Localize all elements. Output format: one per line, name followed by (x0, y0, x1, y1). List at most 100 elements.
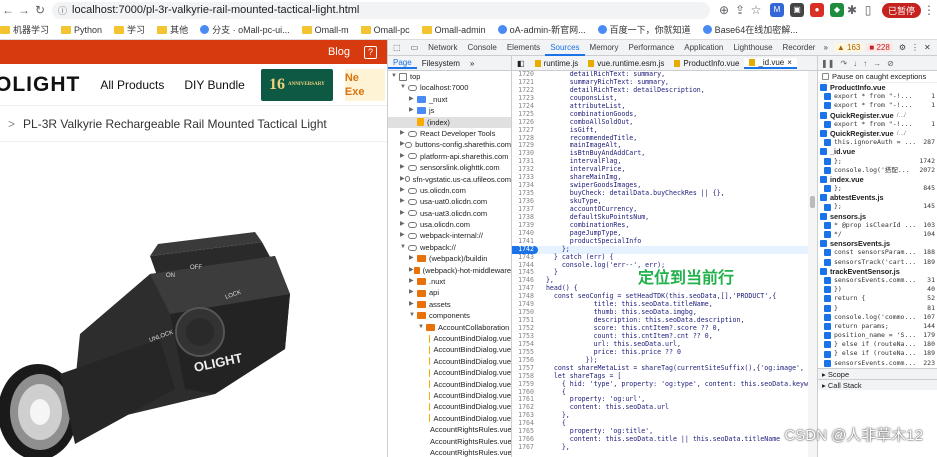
tree-item[interactable]: ▶ _nuxt (388, 94, 511, 105)
tree-item[interactable]: ▶ sensorslink.olighttk.com (388, 162, 511, 173)
step-out-icon[interactable]: ↑ (863, 59, 867, 68)
line-number[interactable]: 1767 (512, 443, 538, 452)
tree-item[interactable]: ▼ components (388, 310, 511, 321)
tree-item[interactable]: AccountRightsRules.vue (388, 447, 511, 457)
inspect-icon[interactable]: ⬚ (388, 40, 406, 56)
pause-caught-checkbox[interactable] (822, 73, 829, 80)
tab-sources[interactable]: Sources (545, 40, 585, 56)
tab-application[interactable]: Application (679, 40, 728, 56)
tree-item[interactable]: ▶ React Developer Tools (388, 128, 511, 139)
breakpoint-file[interactable]: ProductInfo.vue (818, 83, 937, 92)
tree-item[interactable]: ▶ .nuxt (388, 276, 511, 287)
tree-item[interactable]: ▼ localhost:7000 (388, 82, 511, 93)
more-options-icon[interactable]: ⋮ (911, 43, 919, 52)
nav-toggle-icon[interactable]: ◧ (512, 59, 530, 68)
anniversary-badge[interactable]: 16 ANNIVERSARY (260, 68, 333, 101)
promo-banner[interactable]: Ne Exe (344, 68, 385, 101)
breakpoint-file-checkbox[interactable] (820, 267, 827, 275)
breakpoint-entry[interactable]: sensorsEvents.comm... 223 (818, 359, 937, 368)
menu-icon[interactable]: ⋮ (921, 3, 937, 17)
breakpoint-entry[interactable]: } else if (routeNa... 189 (818, 349, 937, 358)
breakpoint-checkbox[interactable] (824, 350, 831, 358)
breakpoint-file[interactable]: index.vue (818, 175, 937, 184)
editor-tab[interactable]: vue.runtime.esm.js (583, 59, 669, 68)
breakpoint-checkbox[interactable] (824, 322, 831, 330)
editor-scrollbar[interactable] (808, 71, 817, 457)
step-icon[interactable]: → (873, 59, 881, 68)
breakpoint-checkbox[interactable] (824, 166, 831, 174)
more-tabs-icon[interactable]: » (465, 59, 479, 68)
breakpoint-file[interactable]: trackEventSensor.js (818, 267, 937, 276)
product-image[interactable]: LOCK UNLOCK ON OFF OLIGHT (0, 144, 387, 457)
breakpoint-file[interactable]: _id.vue (818, 147, 937, 156)
tree-item[interactable]: AccountBindDialog.vue (388, 344, 511, 355)
breakpoint-entry[interactable]: position_name = 'S... 179 (818, 331, 937, 340)
breakpoint-file-checkbox[interactable] (820, 175, 827, 183)
breakpoint-entry[interactable]: this.ignoreAuth = ... 287 (818, 138, 937, 147)
breakpoint-checkbox[interactable] (824, 313, 831, 321)
nav-diy-bundle[interactable]: DIY Bundle (184, 78, 245, 92)
breakpoint-checkbox[interactable] (824, 332, 831, 340)
bookmark-item[interactable]: Python (61, 25, 102, 35)
address-bar[interactable]: ⓘ localhost:7000 /pl-3r-valkyrie-rail-mo… (52, 1, 710, 19)
tab-lighthouse[interactable]: Lighthouse (728, 40, 777, 56)
tree-item[interactable]: ▶ (webpack)/buildin (388, 253, 511, 264)
star-icon[interactable]: ☆ (748, 3, 764, 17)
extension-icon[interactable]: ▣ (790, 3, 804, 17)
sidebar-icon[interactable]: ▯ (860, 3, 876, 17)
share-icon[interactable]: ⇪ (732, 3, 748, 17)
breakpoint-checkbox[interactable] (824, 93, 831, 101)
breakpoint-entry[interactable]: console.log('搭配... 2072 (818, 166, 937, 175)
bookmark-item[interactable]: 其他 (157, 23, 188, 36)
breakpoint-entry[interactable]: }; 845 (818, 184, 937, 193)
tree-item[interactable]: AccountRightsRules.vue (388, 436, 511, 447)
breakpoint-entry[interactable]: return params; 144 (818, 322, 937, 331)
bookmark-item[interactable]: 学习 (114, 23, 145, 36)
bookmark-item[interactable]: 分支 · oMall-pc-ui... (200, 23, 290, 36)
breakpoint-checkbox[interactable] (824, 120, 831, 128)
tab-memory[interactable]: Memory (585, 40, 624, 56)
tree-item[interactable]: ▶ assets (388, 299, 511, 310)
tree-item[interactable]: AccountBindDialog.vue (388, 390, 511, 401)
close-icon[interactable]: ✕ (924, 43, 931, 52)
tree-item[interactable]: (index) (388, 116, 511, 128)
breakpoint-checkbox[interactable] (824, 341, 831, 349)
breakpoint-entry[interactable]: const sensorsParam... 188 (818, 248, 937, 257)
pause-on-caught-row[interactable]: Pause on caught exceptions (818, 71, 937, 83)
breakpoint-entry[interactable]: */ 104 (818, 230, 937, 239)
breakpoint-checkbox[interactable] (824, 221, 831, 229)
tree-item[interactable]: AccountRightsRules.vue (388, 424, 511, 435)
extension-icon[interactable]: ● (810, 3, 824, 17)
tree-item[interactable]: ▶ webpack-internal:// (388, 230, 511, 241)
step-over-icon[interactable]: ↷ (840, 59, 847, 68)
tree-item[interactable]: ▶ usa.olicdn.com (388, 219, 511, 230)
tab-page[interactable]: Page (388, 58, 417, 69)
breakpoint-entry[interactable]: export * from "-!... 1 (818, 92, 937, 101)
tree-item[interactable]: ▶ platform-api.sharethis.com (388, 151, 511, 162)
breakpoint-file-checkbox[interactable] (820, 212, 827, 220)
zoom-icon[interactable]: ⊕ (716, 3, 732, 17)
breakpoint-checkbox[interactable] (824, 203, 831, 211)
breakpoint-entry[interactable]: export * from "-!... 1 (818, 101, 937, 110)
breakpoint-entry[interactable]: sensorsTrack('cart... 189 (818, 258, 937, 267)
breakpoint-file-checkbox[interactable] (820, 148, 827, 156)
breakpoint-checkbox[interactable] (824, 359, 831, 367)
tab-console[interactable]: Console (462, 40, 501, 56)
breakpoint-entry[interactable]: }) 40 (818, 285, 937, 294)
pause-icon[interactable]: ❚❚ (821, 59, 834, 68)
tree-item[interactable]: ▼ AccountCollaboration (388, 322, 511, 333)
close-tab-icon[interactable]: × (787, 58, 792, 67)
tree-item[interactable]: ▼ top (388, 71, 511, 82)
tree-item[interactable]: ▶ (webpack)-hot-middleware (388, 265, 511, 276)
tab-elements[interactable]: Elements (502, 40, 545, 56)
breakpoint-checkbox[interactable] (824, 277, 831, 285)
breakpoint-checkbox[interactable] (824, 185, 831, 193)
bookmark-item[interactable]: Omall-m (301, 25, 349, 35)
call-stack-header[interactable]: ▸ Call Stack (818, 378, 937, 390)
breakpoint-entry[interactable]: * @prop isClearId ... 103 (818, 221, 937, 230)
settings-icon[interactable]: ⚙ (899, 43, 906, 52)
breakpoint-file-checkbox[interactable] (820, 111, 827, 119)
forward-icon[interactable]: → (16, 3, 32, 17)
breakpoint-file[interactable]: abtestEvents.js (818, 193, 937, 202)
tab-network[interactable]: Network (423, 40, 462, 56)
